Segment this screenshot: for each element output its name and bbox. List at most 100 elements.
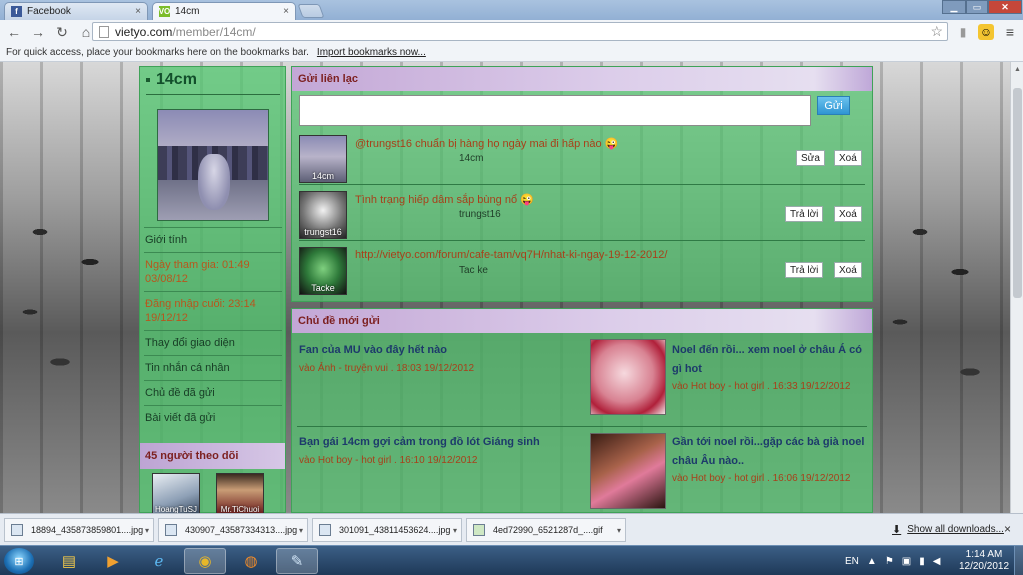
chevron-down-icon[interactable]: ▾ xyxy=(145,526,149,535)
message-avatar-label: trungst16 xyxy=(304,227,342,237)
download-item[interactable]: 18894_435873859801....jpg ▾ xyxy=(4,518,154,542)
tab-facebook[interactable]: f Facebook × xyxy=(4,2,148,20)
topic-thumbnail[interactable] xyxy=(590,339,666,415)
topic-meta: vào Hot boy - hot girl . 16:33 19/12/201… xyxy=(672,381,851,392)
close-icon[interactable]: × xyxy=(135,6,141,17)
menu-icon[interactable]: ≡ xyxy=(1002,24,1018,40)
chrome-icon[interactable]: ◉ xyxy=(184,548,226,574)
scrollbar-thumb[interactable] xyxy=(1013,88,1022,298)
download-arrow-icon: ⬇ xyxy=(892,524,902,536)
close-icon[interactable]: × xyxy=(1004,522,1011,536)
profile-gender: Giới tính xyxy=(144,227,282,252)
chevron-down-icon[interactable]: ▾ xyxy=(617,526,621,535)
import-bookmarks-link[interactable]: Import bookmarks now... xyxy=(317,47,426,58)
profile-avatar xyxy=(157,109,269,221)
bookmark-star-icon[interactable]: ☆ xyxy=(930,23,943,40)
message-avatar-label: Tacke xyxy=(311,283,335,293)
recent-topics-panel: Chủ đề mới gửi Fan của MU vào đây hết nà… xyxy=(291,308,873,513)
show-desktop-button[interactable] xyxy=(1014,546,1023,575)
reply-button[interactable]: Trả lời xyxy=(785,262,824,278)
bullet-icon xyxy=(146,77,150,82)
paint-icon[interactable]: ✎ xyxy=(276,548,318,574)
new-tab-button[interactable] xyxy=(297,4,325,18)
chevron-down-icon[interactable]: ▾ xyxy=(453,526,457,535)
menu-sent-posts[interactable]: Bài viết đã gửi xyxy=(144,405,282,430)
volume-icon[interactable]: ◀ xyxy=(933,556,941,567)
smiley-extension-icon[interactable]: ☺ xyxy=(978,24,994,40)
url-host: vietyo.com xyxy=(115,24,173,39)
forward-icon[interactable]: → xyxy=(28,22,48,42)
topic-title[interactable]: Gần tới noel rồi...gặp các bà già noel c… xyxy=(672,433,868,471)
maximize-button[interactable]: ▭ xyxy=(966,0,988,14)
show-all-downloads-link[interactable]: ⬇ Show all downloads... xyxy=(892,523,1004,536)
vietyo-favicon-icon: VO xyxy=(158,6,171,17)
download-item[interactable]: 301091_43811453624....jpg ▾ xyxy=(312,518,462,542)
message-link[interactable]: http://vietyo.com/forum/cafe-tam/vq7H/nh… xyxy=(355,249,667,261)
tab-strip: f Facebook × VO 14cm × ▁ ▭ ✕ xyxy=(0,0,1023,20)
url-path: /member/14cm/ xyxy=(172,24,256,39)
menu-sent-topics[interactable]: Chủ đề đã gửi xyxy=(144,380,282,405)
address-bar[interactable]: vietyo.com/member/14cm/ ☆ xyxy=(92,22,948,41)
bookmarks-bar: For quick access, place your bookmarks h… xyxy=(0,44,1023,62)
explorer-icon[interactable]: ▤ xyxy=(48,548,90,574)
clock-time: 1:14 AM xyxy=(965,549,1003,560)
meditation-figure-image xyxy=(198,154,230,210)
message-author[interactable]: Tac ke xyxy=(459,265,488,276)
topic-title[interactable]: Fan của MU vào đây hết nào xyxy=(299,341,579,360)
delete-button[interactable]: Xoá xyxy=(834,262,862,278)
message-text: @trungst16 chuẩn bị hàng họ ngày mai đi … xyxy=(355,138,619,150)
send-button[interactable]: Gửi xyxy=(817,96,850,115)
edit-button[interactable]: Sửa xyxy=(796,150,825,166)
network-icon[interactable]: ▮ xyxy=(919,556,925,567)
reply-button[interactable]: Trả lời xyxy=(785,206,824,222)
message-author[interactable]: trungst16 xyxy=(459,209,501,220)
topic-title[interactable]: Noel đến rồi... xem noel ở châu Á có gì … xyxy=(672,341,868,379)
recent-topics-heading: Chủ đề mới gửi xyxy=(292,309,872,333)
message-avatar[interactable]: 14cm xyxy=(299,135,347,183)
reload-icon[interactable]: ↻ xyxy=(52,22,72,42)
system-tray: EN ▲ ⚑ ▣ ▮ ◀ xyxy=(845,546,948,575)
close-icon[interactable]: × xyxy=(283,6,289,17)
topic-thumbnail[interactable] xyxy=(590,433,666,509)
download-item[interactable]: 430907_43587334313....jpg ▾ xyxy=(158,518,308,542)
minimize-button[interactable]: ▁ xyxy=(942,0,966,14)
tab-label: 14cm xyxy=(175,6,200,17)
windows-taskbar: ⊞ ▤ ▶ ℯ ◉ ◍ ✎ EN ▲ ⚑ ▣ ▮ ◀ 1:14 AM 12/20… xyxy=(0,545,1023,575)
contact-heading: Gửi liên lạc xyxy=(292,67,872,91)
divider xyxy=(297,426,867,427)
firefox-icon[interactable]: ◍ xyxy=(230,548,272,574)
download-filename: 430907_43587334313....jpg xyxy=(185,525,298,535)
message-avatar[interactable]: trungst16 xyxy=(299,191,347,239)
monitor-icon[interactable]: ▣ xyxy=(902,556,911,567)
message-input[interactable] xyxy=(299,95,811,126)
back-icon[interactable]: ← xyxy=(4,22,24,42)
profile-menu: Giới tính Ngày tham gia: 01:49 03/08/12 … xyxy=(144,227,282,430)
delete-button[interactable]: Xoá xyxy=(834,150,862,166)
topic-title[interactable]: Bạn gái 14cm gợi cảm trong đồ lót Giáng … xyxy=(299,433,579,452)
download-item[interactable]: 4ed72990_6521287d_....gif ▾ xyxy=(466,518,626,542)
start-button[interactable]: ⊞ xyxy=(4,548,34,574)
media-player-icon[interactable]: ▶ xyxy=(92,548,134,574)
tray-expand-icon[interactable]: ▲ xyxy=(867,556,877,567)
tab-label: Facebook xyxy=(27,6,71,17)
internet-explorer-icon[interactable]: ℯ xyxy=(138,548,180,574)
scroll-up-icon[interactable]: ▲ xyxy=(1014,66,1021,73)
chevron-down-icon[interactable]: ▾ xyxy=(299,526,303,535)
follower-avatar[interactable]: Mr.TiChuoi xyxy=(216,473,264,513)
topic-meta: vào Ảnh - truyện vui . 18:03 19/12/2012 xyxy=(299,363,475,374)
image-file-icon xyxy=(11,524,23,536)
message-avatar[interactable]: Tacke xyxy=(299,247,347,295)
delete-button[interactable]: Xoá xyxy=(834,206,862,222)
message-author[interactable]: 14cm xyxy=(459,153,483,164)
message-text: Tình trạng hiếp dâm sắp bùng nổ 😜 xyxy=(355,194,534,206)
close-window-button[interactable]: ✕ xyxy=(988,0,1022,14)
clock[interactable]: 1:14 AM 12/20/2012 xyxy=(958,549,1010,573)
tab-14cm[interactable]: VO 14cm × xyxy=(152,2,296,20)
flag-icon[interactable]: ⚑ xyxy=(885,556,894,567)
page-scrollbar[interactable]: ▲ xyxy=(1010,62,1023,513)
follower-avatar[interactable]: HoangTuSJ xyxy=(152,473,200,513)
language-indicator[interactable]: EN xyxy=(845,556,859,567)
menu-private-messages[interactable]: Tin nhắn cá nhân xyxy=(144,355,282,380)
menu-change-theme[interactable]: Thay đổi giao diện xyxy=(144,330,282,355)
signal-icon[interactable]: ▮ xyxy=(955,24,971,40)
